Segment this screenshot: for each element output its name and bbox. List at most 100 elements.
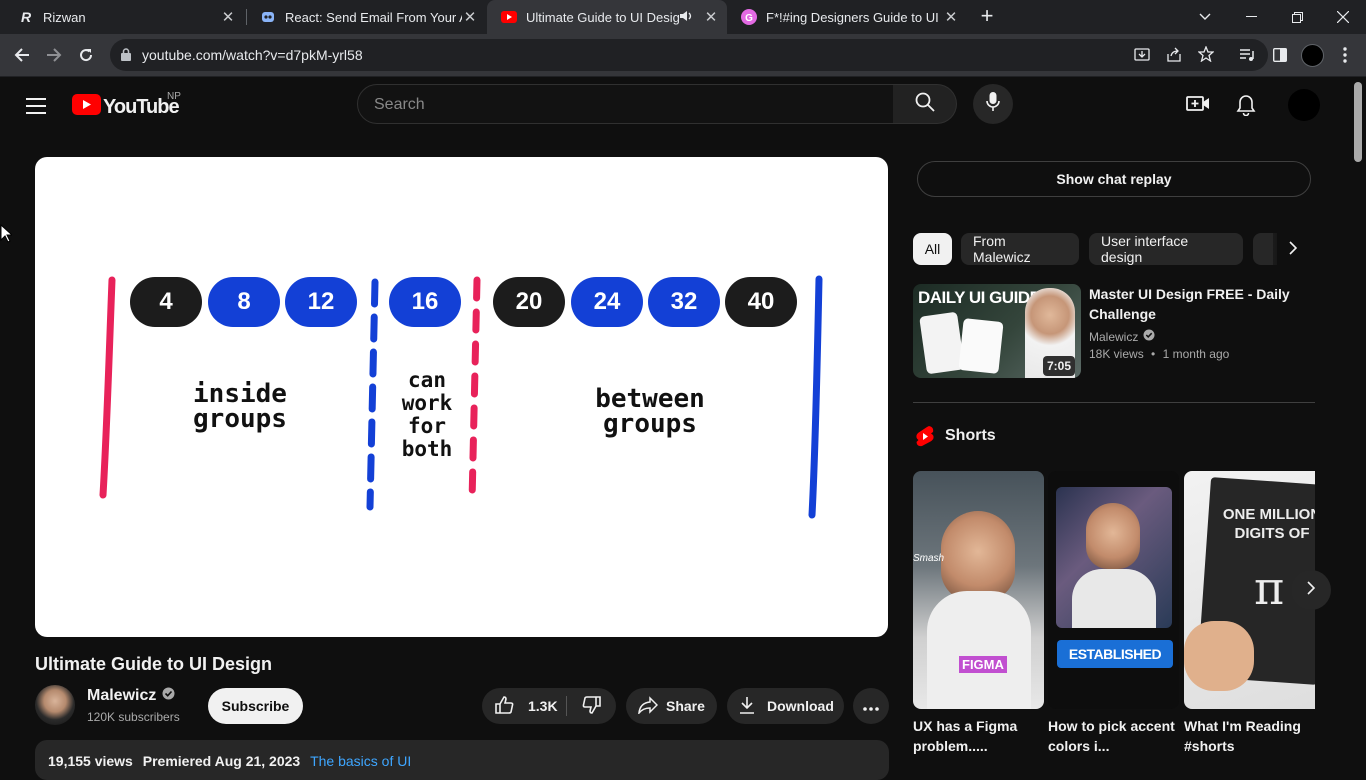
close-icon[interactable]: ✕ [943,8,959,26]
dislike-button[interactable] [567,688,616,724]
notifications-bell-icon[interactable] [1236,94,1256,121]
tab-title: Ultimate Guide to UI Design [526,9,679,25]
voice-search-button[interactable] [973,84,1013,124]
shorts-next-button[interactable] [1291,570,1331,610]
description-box[interactable]: 19,155 views Premiered Aug 21, 2023 The … [35,740,889,780]
side-panel-icon[interactable] [1266,41,1294,69]
channel-name-row[interactable]: Malewicz [87,687,175,705]
playlist-link[interactable]: The basics of UI [310,753,411,769]
scrollbar-thumb[interactable] [1354,82,1362,162]
close-icon[interactable]: ✕ [220,8,236,26]
search-button[interactable] [893,84,957,124]
chip-user-interface-design[interactable]: User interface design [1089,233,1243,265]
tab-ultimate-guide[interactable]: Ultimate Guide to UI Design ✕ [487,0,727,34]
share-button[interactable]: Share [626,688,717,724]
short-overlay-text: ONE MILLION DIGITS OF [1222,506,1315,542]
share-arrow-icon [638,695,659,717]
browser-menu-icon[interactable] [1331,41,1359,69]
lock-icon[interactable] [121,48,131,66]
forward-arrow-icon[interactable] [40,41,68,69]
audio-playing-icon[interactable] [679,10,693,25]
channel-avatar[interactable] [35,685,75,725]
search-placeholder: Search [374,96,425,113]
pi-symbol-icon: π [1254,561,1285,615]
tab-designers-guide[interactable]: G F*!#ing Designers Guide to UI ✕ [727,0,967,34]
chips-next-button[interactable] [1273,230,1313,270]
tab-rizwan[interactable]: R Rizwan ✕ [4,0,244,34]
chevron-right-icon [1289,240,1298,260]
presenter-face [941,511,1015,601]
tab-search-chevron-icon[interactable] [1182,0,1228,34]
search-input[interactable]: Search [357,84,894,124]
share-page-icon[interactable] [1166,47,1182,68]
spacing-pill: 4 [130,277,202,327]
more-actions-button[interactable] [853,688,889,724]
recommended-age: 1 month ago [1162,347,1230,361]
like-button[interactable]: 1.3K [482,688,566,724]
microphone-icon [986,91,1000,117]
section-divider [913,402,1315,403]
spacing-pill: 16 [389,277,461,327]
mouse-cursor-icon [0,223,14,248]
chip-from-malewicz[interactable]: From Malewicz [961,233,1079,265]
window-close-icon[interactable] [1320,0,1366,34]
reload-icon[interactable] [72,41,100,69]
youtube-logo[interactable]: YouTube [72,94,180,120]
browser-tab-strip: R Rizwan ✕ React: Send Email From Your A… [0,0,1366,34]
presenter-hoodie [1072,569,1156,628]
left-red-line [99,276,116,499]
recommended-channel: Malewicz [1089,329,1139,344]
recommended-channel-row[interactable]: Malewicz [1089,329,1155,344]
shorts-logo-icon [915,425,935,453]
label-inside-groups: inside groups [193,379,287,434]
spacing-pill: 24 [571,277,643,327]
thumbs-up-icon [494,695,514,718]
short-title[interactable]: How to pick accent colors i... [1048,716,1178,756]
minimize-icon[interactable] [1228,0,1274,34]
short-title[interactable]: UX has a Figma problem..... [913,716,1043,756]
recommended-meta: 18K views • 1 month ago [1089,347,1229,361]
meta-dot: • [1151,347,1156,361]
hamburger-menu-icon[interactable] [26,98,46,119]
verified-check-icon [162,687,175,705]
tab-title: React: Send Email From Your App [285,9,462,25]
right-blue-line [808,275,823,519]
page-scrollbar[interactable] [1350,78,1366,768]
short-title[interactable]: What I'm Reading #shorts [1184,716,1314,756]
show-chat-replay-button[interactable]: Show chat replay [917,161,1311,197]
label-work-for-both: can work for both [401,368,453,461]
new-tab-plus-icon[interactable]: + [976,5,998,28]
robot-favicon-icon [260,9,276,25]
short-tag-text: Smash [913,553,945,564]
back-arrow-icon[interactable] [8,41,36,69]
country-code: NP [167,91,181,102]
tab-react-email[interactable]: React: Send Email From Your App ✕ [246,0,486,34]
thumbs-down-icon [582,695,602,718]
subscribe-button[interactable]: Subscribe [208,688,303,724]
short-overlay-text: ESTABLISHED [1057,640,1173,668]
recommended-thumbnail[interactable]: DAILY UI GUIDE 7:05 [913,284,1081,378]
profile-avatar[interactable] [1301,44,1324,67]
url-text: youtube.com/watch?v=d7pkM-yrl58 [142,47,363,63]
install-app-icon[interactable] [1134,47,1150,68]
short-thumbnail-accent[interactable]: ESTABLISHED [1048,471,1179,709]
recommended-title[interactable]: Master UI Design FREE - Daily Challenge [1089,284,1309,324]
create-video-icon[interactable] [1186,94,1210,117]
spacing-pill: 8 [208,277,280,327]
media-queue-icon[interactable] [1233,41,1261,69]
channel-name[interactable]: Malewicz [87,687,156,705]
video-player[interactable]: 4 8 12 16 20 24 32 40 inside groups can … [35,157,888,637]
close-icon[interactable]: ✕ [703,8,719,26]
download-icon [739,696,755,717]
restore-icon[interactable] [1274,0,1320,34]
browser-toolbar: youtube.com/watch?v=d7pkM-yrl58 [0,34,1366,77]
short-thumbnail-figma[interactable]: Smash FIGMA [913,471,1044,709]
video-stats-row: 19,155 views Premiered Aug 21, 2023 The … [48,753,411,769]
address-bar[interactable]: youtube.com/watch?v=d7pkM-yrl58 [110,39,1268,71]
chip-all[interactable]: All [913,233,952,265]
bookmark-star-icon[interactable] [1197,45,1215,67]
close-icon[interactable]: ✕ [462,8,478,26]
account-avatar[interactable] [1288,89,1320,121]
download-button[interactable]: Download [727,688,844,724]
video-duration: 7:05 [1043,356,1076,376]
